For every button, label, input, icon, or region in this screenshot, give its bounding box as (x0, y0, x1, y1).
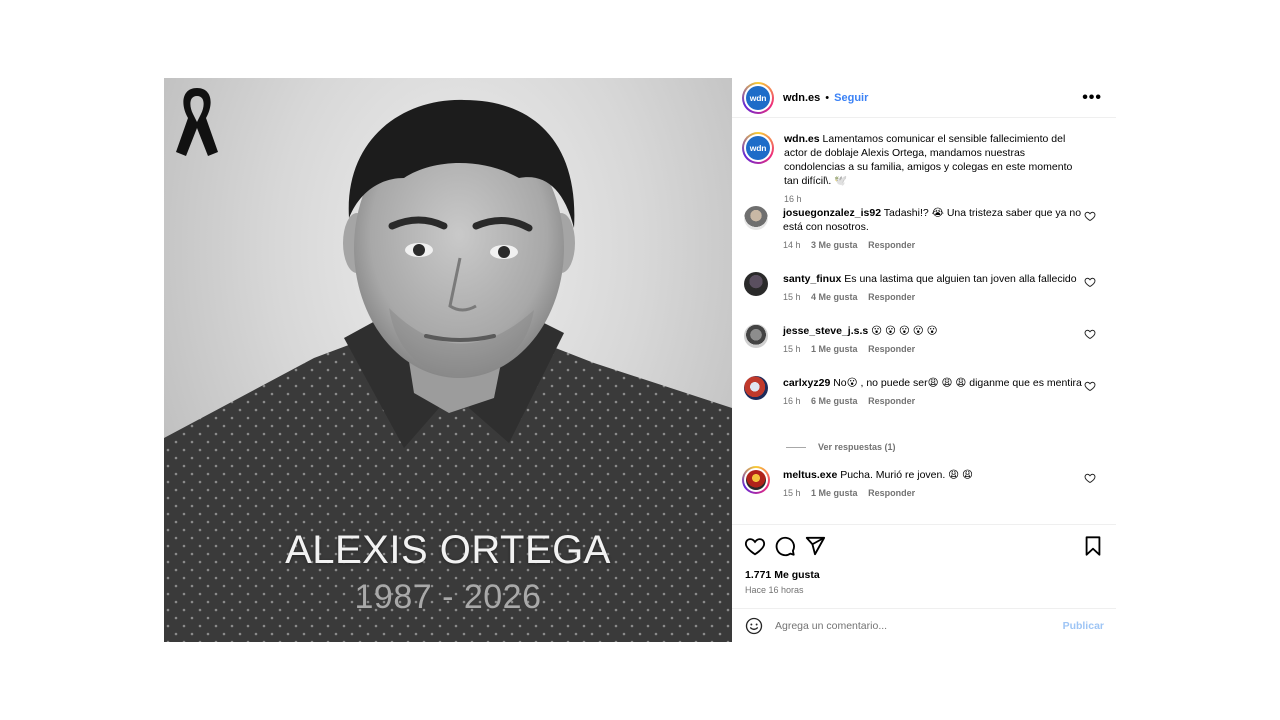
separator-dot: • (825, 91, 830, 104)
comment-item: josuegonzalez_is92 Tadashi!? 😭 Una trist… (744, 206, 1106, 252)
caption-username[interactable]: wdn.es (784, 133, 820, 145)
comment-like-heart-icon[interactable] (1084, 380, 1096, 392)
deceased-years: 1987 - 2026 (354, 578, 542, 616)
post-image[interactable]: ALEXIS ORTEGA 1987 - 2026 (164, 78, 732, 642)
commenter-avatar[interactable] (744, 206, 768, 230)
caption-time: 16 h (784, 194, 802, 204)
commenter-avatar[interactable] (742, 466, 770, 494)
reply-button[interactable]: Responder (868, 488, 915, 498)
comment-time: 15 h (783, 292, 801, 302)
reply-button[interactable]: Responder (868, 240, 915, 250)
reply-button[interactable]: Responder (868, 396, 915, 406)
comment-username[interactable]: jesse_steve_j.s.s (783, 325, 868, 337)
comment-text: 😮 😮 😮 😮 😮 (871, 325, 938, 337)
post-header: wdn wdn.es • Seguir ••• (732, 78, 1116, 118)
comment-likes[interactable]: 4 Me gusta (811, 292, 858, 302)
comment-like-heart-icon[interactable] (1084, 472, 1096, 484)
commenter-avatar[interactable] (744, 272, 768, 296)
comment-item: carlxyz29 No😮 , no puede ser😩 😩 😩 diganm… (744, 376, 1106, 408)
caption-text: Lamentamos comunicar el sensible falleci… (784, 133, 1073, 187)
comment-text: Pucha. Murió re joven. 😩 😩 (840, 469, 973, 481)
post-caption: wdn wdn.es Lamentamos comunicar el sensi… (742, 132, 1084, 206)
comment-likes[interactable]: 1 Me gusta (811, 344, 858, 354)
comment-username[interactable]: santy_finux (783, 273, 841, 285)
replies-divider-line (786, 446, 806, 448)
comment-input[interactable]: Agrega un comentario... (775, 620, 887, 632)
more-options-icon[interactable]: ••• (1082, 89, 1102, 107)
comment-username[interactable]: carlxyz29 (783, 377, 830, 389)
view-replies-button[interactable]: Ver respuestas (1) (786, 442, 896, 452)
comment-text: No😮 , no puede ser😩 😩 😩 diganme que es m… (833, 377, 1082, 389)
add-comment-bar: Agrega un comentario... Publicar (732, 608, 1116, 642)
share-send-icon[interactable] (804, 535, 826, 557)
comment-like-heart-icon[interactable] (1084, 210, 1096, 222)
caption-avatar[interactable]: wdn (742, 132, 774, 164)
emoji-picker-icon[interactable] (745, 617, 763, 635)
comment-likes[interactable]: 3 Me gusta (811, 240, 858, 250)
post-time: Hace 16 horas (745, 585, 804, 595)
comment-like-heart-icon[interactable] (1084, 328, 1096, 340)
reply-button[interactable]: Responder (868, 292, 915, 302)
author-avatar[interactable]: wdn (742, 81, 774, 114)
publish-button[interactable]: Publicar (1063, 620, 1104, 632)
comment-username[interactable]: meltus.exe (783, 469, 837, 481)
comment-time: 15 h (783, 488, 801, 498)
comment-icon[interactable] (774, 535, 796, 557)
follow-button[interactable]: Seguir (834, 92, 868, 104)
comment-text: Es una lastima que alguien tan joven all… (844, 273, 1077, 285)
comment-username[interactable]: josuegonzalez_is92 (783, 207, 881, 219)
view-replies-label: Ver respuestas (1) (818, 442, 896, 452)
comment-time: 15 h (783, 344, 801, 354)
comments-list[interactable]: wdn wdn.es Lamentamos comunicar el sensi… (732, 122, 1116, 524)
commenter-avatar[interactable] (744, 376, 768, 400)
reply-button[interactable]: Responder (868, 344, 915, 354)
mourning-ribbon-icon (176, 88, 218, 156)
comment-time: 16 h (783, 396, 801, 406)
post-container: ALEXIS ORTEGA 1987 - 2026 wdn wdn.es • S… (164, 78, 1116, 642)
comment-like-heart-icon[interactable] (1084, 276, 1096, 288)
comment-time: 14 h (783, 240, 801, 250)
likes-count[interactable]: 1.771 Me gusta (745, 569, 820, 581)
author-username[interactable]: wdn.es (783, 92, 820, 104)
comment-likes[interactable]: 1 Me gusta (811, 488, 858, 498)
comment-likes[interactable]: 6 Me gusta (811, 396, 858, 406)
deceased-name: ALEXIS ORTEGA (285, 528, 611, 572)
like-heart-icon[interactable] (744, 535, 766, 557)
comment-item: meltus.exe Pucha. Murió re joven. 😩 😩 15… (742, 466, 1106, 500)
commenter-avatar[interactable] (744, 324, 768, 348)
save-bookmark-icon[interactable] (1082, 535, 1104, 557)
post-side-panel: wdn wdn.es • Seguir ••• wdn wdn.es Lamen… (732, 78, 1116, 642)
comment-item: santy_finux Es una lastima que alguien t… (744, 272, 1106, 304)
comment-item: jesse_steve_j.s.s 😮 😮 😮 😮 😮 15 h 1 Me gu… (744, 324, 1106, 356)
